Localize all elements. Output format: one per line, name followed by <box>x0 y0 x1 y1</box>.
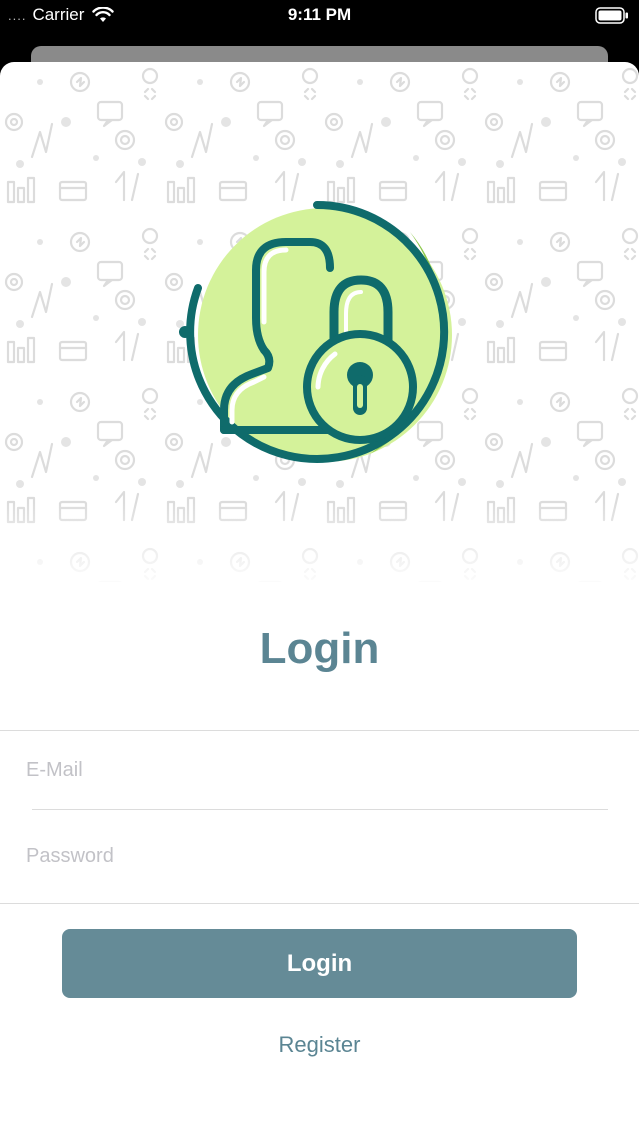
status-time: 9:11 PM <box>287 5 352 24</box>
user-lock-icon <box>179 201 461 463</box>
page-title: Login <box>259 624 380 673</box>
field-separator <box>32 809 608 810</box>
login-button[interactable]: Login <box>62 929 577 998</box>
battery-icon <box>595 7 628 24</box>
password-field[interactable] <box>26 834 606 878</box>
email-field[interactable] <box>26 748 606 792</box>
form-bottom-divider <box>0 903 639 904</box>
register-link[interactable]: Register <box>0 1032 639 1058</box>
pattern-fade <box>0 502 639 592</box>
status-bar: .... Carrier 9:11 PM <box>0 0 639 34</box>
form-top-divider <box>0 730 639 731</box>
login-sheet: Login Login Register <box>0 62 639 1136</box>
